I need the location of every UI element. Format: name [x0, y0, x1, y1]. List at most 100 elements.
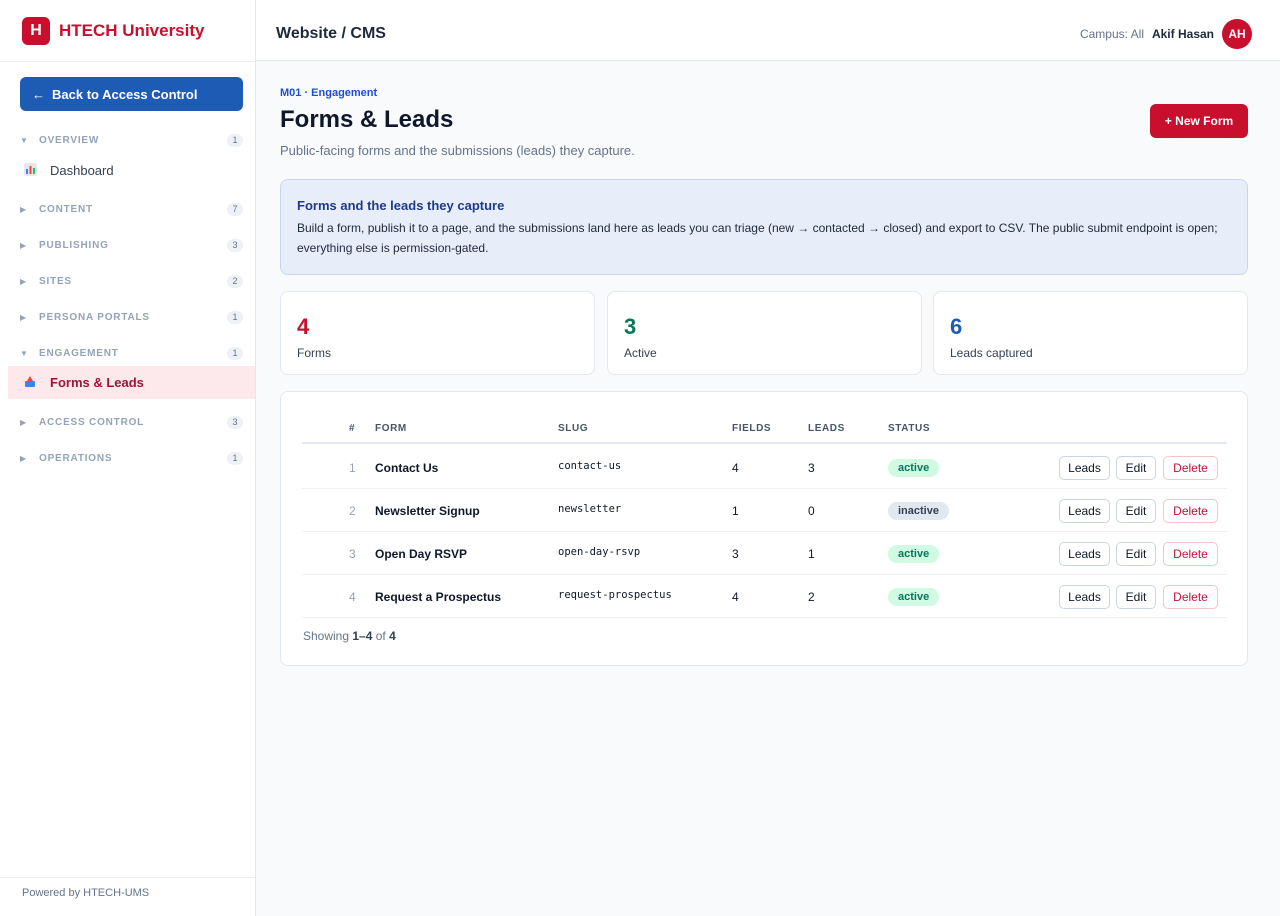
section-count: 7: [227, 202, 243, 216]
section-label: PUBLISHING: [39, 239, 109, 251]
section-publishing[interactable]: ▶ PUBLISHING 3: [20, 236, 243, 254]
lead-count: 0: [808, 504, 815, 518]
avatar[interactable]: AH: [1222, 19, 1252, 49]
edit-button[interactable]: Edit: [1116, 585, 1156, 609]
form-slug: contact-us: [558, 460, 622, 472]
section-label: PERSONA PORTALS: [39, 311, 150, 323]
edit-button[interactable]: Edit: [1116, 542, 1156, 566]
campus-selector[interactable]: Campus: All: [1080, 27, 1144, 41]
sidebar-item-dashboard[interactable]: Dashboard: [8, 154, 255, 187]
brand-name: HTECH University: [59, 20, 205, 40]
delete-button[interactable]: Delete: [1163, 456, 1218, 480]
column-header-status[interactable]: STATUS: [888, 423, 930, 434]
leads-button[interactable]: Leads: [1059, 499, 1110, 523]
info-heading: Forms and the leads they capture: [297, 198, 505, 213]
table-row: 2 Newsletter Signup newsletter 1 0 inact…: [302, 489, 1227, 532]
stat-label: Active: [624, 346, 657, 360]
status-badge: active: [888, 588, 940, 606]
info-callout: Forms and the leads they capture Build a…: [280, 179, 1248, 275]
edit-button[interactable]: Edit: [1116, 456, 1156, 480]
row-index: 3: [349, 547, 356, 561]
column-header-slug[interactable]: SLUG: [558, 423, 588, 434]
breadcrumb: Website / CMS: [276, 25, 386, 42]
caret-right-icon: ▶: [20, 417, 27, 427]
chart-icon: [24, 162, 50, 179]
section-persona-portals[interactable]: ▶ PERSONA PORTALS 1: [20, 308, 243, 326]
section-label: ENGAGEMENT: [39, 347, 119, 359]
table-row: 1 Contact Us contact-us 4 3 active Leads…: [302, 446, 1227, 489]
form-name[interactable]: Contact Us: [375, 461, 438, 475]
page-subtitle: Public-facing forms and the submissions …: [280, 143, 635, 158]
caret-down-icon: ▼: [20, 348, 28, 358]
caret-right-icon: ▶: [20, 312, 27, 322]
brand[interactable]: H HTECH University: [0, 0, 255, 62]
form-name[interactable]: Open Day RSVP: [375, 547, 467, 561]
section-label: OPERATIONS: [39, 452, 113, 464]
section-count: 2: [227, 274, 243, 288]
delete-button[interactable]: Delete: [1163, 585, 1218, 609]
leads-button[interactable]: Leads: [1059, 456, 1110, 480]
section-count: 3: [227, 415, 243, 429]
caret-right-icon: ▶: [20, 240, 27, 250]
showing-of: of: [375, 629, 386, 643]
section-label: CONTENT: [39, 203, 93, 215]
leads-button[interactable]: Leads: [1059, 542, 1110, 566]
module-kicker: M01 · Engagement: [280, 87, 378, 99]
section-count: 1: [227, 133, 243, 147]
stat-card-leads: 6 Leads captured: [933, 291, 1248, 375]
page-title: Forms & Leads: [280, 106, 454, 133]
back-to-access-control-button[interactable]: ← Back to Access Control: [20, 77, 243, 111]
lead-count: 2: [808, 590, 815, 604]
section-overview[interactable]: ▼ OVERVIEW 1: [20, 131, 243, 149]
caret-right-icon: ▶: [20, 276, 27, 286]
table-row: 3 Open Day RSVP open-day-rsvp 3 1 active…: [302, 532, 1227, 575]
form-name[interactable]: Request a Prospectus: [375, 590, 501, 604]
section-label: OVERVIEW: [39, 134, 100, 146]
lead-count: 1: [808, 547, 815, 561]
showing-total: 4: [389, 629, 396, 643]
section-access-control[interactable]: ▶ ACCESS CONTROL 3: [20, 413, 243, 431]
table-row: 4 Request a Prospectus request-prospectu…: [302, 575, 1227, 618]
caret-down-icon: ▼: [20, 135, 28, 145]
delete-button[interactable]: Delete: [1163, 542, 1218, 566]
stat-card-forms: 4 Forms: [280, 291, 595, 375]
powered-by-footer: Powered by HTECH-UMS: [0, 877, 255, 908]
form-slug: newsletter: [558, 503, 622, 515]
row-index: 1: [349, 461, 356, 475]
status-badge: inactive: [888, 502, 949, 520]
section-operations[interactable]: ▶ OPERATIONS 1: [20, 449, 243, 467]
field-count: 4: [732, 590, 739, 604]
stat-value: 6: [950, 314, 963, 339]
form-slug: request-prospectus: [558, 589, 672, 601]
table-header: # FORM SLUG FIELDS LEADS STATUS: [302, 414, 1227, 444]
edit-button[interactable]: Edit: [1116, 499, 1156, 523]
section-engagement[interactable]: ▼ ENGAGEMENT 1: [20, 344, 243, 362]
status-badge: active: [888, 545, 940, 563]
caret-right-icon: ▶: [20, 453, 27, 463]
delete-button[interactable]: Delete: [1163, 499, 1218, 523]
user-name[interactable]: Akif Hasan: [1152, 27, 1214, 41]
leads-button[interactable]: Leads: [1059, 585, 1110, 609]
column-header-form[interactable]: FORM: [375, 423, 407, 434]
new-form-button[interactable]: + New Form: [1150, 104, 1248, 138]
caret-right-icon: ▶: [20, 204, 27, 214]
section-count: 1: [227, 451, 243, 465]
form-slug: open-day-rsvp: [558, 546, 641, 558]
lead-count: 3: [808, 461, 815, 475]
topbar: Website / CMS Campus: All Akif Hasan AH: [256, 0, 1280, 61]
column-header-fields[interactable]: FIELDS: [732, 423, 771, 434]
section-content[interactable]: ▶ CONTENT 7: [20, 200, 243, 218]
field-count: 4: [732, 461, 739, 475]
column-header-leads[interactable]: LEADS: [808, 423, 845, 434]
section-count: 1: [227, 310, 243, 324]
stat-card-active: 3 Active: [607, 291, 922, 375]
showing-range: 1–4: [352, 629, 373, 643]
stat-value: 3: [624, 314, 637, 339]
form-name[interactable]: Newsletter Signup: [375, 504, 480, 518]
sidebar-item-label: Dashboard: [50, 163, 114, 178]
section-count: 3: [227, 238, 243, 252]
sidebar-item-forms-leads[interactable]: Forms & Leads: [8, 366, 255, 399]
section-sites[interactable]: ▶ SITES 2: [20, 272, 243, 290]
stat-label: Leads captured: [950, 346, 1033, 360]
stat-label: Forms: [297, 346, 331, 360]
